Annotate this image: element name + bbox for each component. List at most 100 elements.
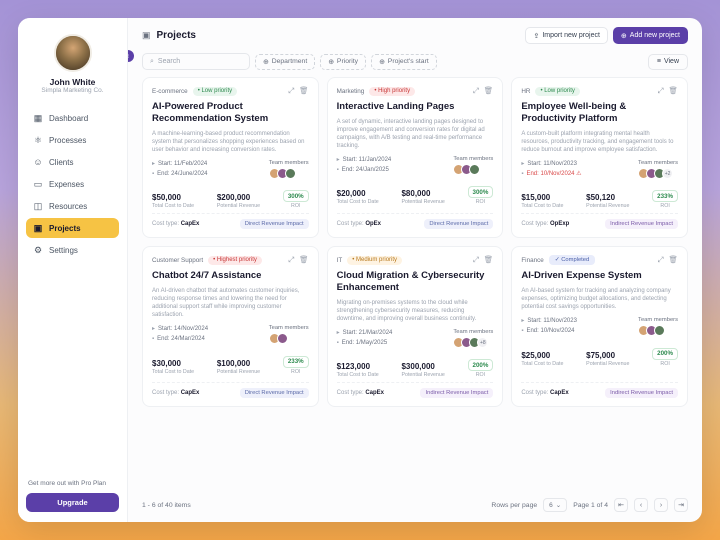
potential-revenue: $50,120	[586, 193, 629, 202]
clients-icon: ☺	[33, 157, 43, 167]
member-avatar[interactable]	[654, 325, 665, 336]
user-avatar[interactable]	[54, 34, 92, 72]
project-title: AI-Driven Expense System	[521, 270, 678, 282]
total-cost: $15,000	[521, 193, 563, 202]
search-icon: ⌕	[150, 58, 154, 66]
total-cost: $20,000	[337, 189, 379, 198]
pro-plan-text: Get more out with Pro Plan	[26, 480, 119, 487]
filter-chip-department[interactable]: ⊕Department	[255, 54, 315, 70]
potential-revenue: $100,000	[217, 359, 260, 368]
delete-icon[interactable]: 🗑	[484, 86, 494, 96]
filter-chip-priority[interactable]: ⊕Priority	[320, 54, 366, 70]
project-card[interactable]: E-commerce • Low priority ⤢ 🗑 AI-Powered Pro…	[142, 77, 319, 238]
open-icon[interactable]: ⤢	[657, 255, 663, 265]
priority-badge: • High priority	[369, 87, 415, 96]
delete-icon[interactable]: 🗑	[668, 86, 678, 96]
potential-revenue: $300,000	[401, 362, 444, 371]
sidebar: John White Simpla Marketing Co. ▦Dashboa…	[18, 18, 128, 522]
member-avatar[interactable]	[277, 333, 288, 344]
plus-circle-icon: ⊕	[379, 58, 385, 66]
cost-type: Cost type: CapEx	[152, 390, 199, 396]
nav-item-expenses[interactable]: ▭Expenses	[26, 174, 119, 194]
list-icon: ≡	[657, 58, 661, 65]
project-description: An AI-driven chatbot that automates cust…	[152, 287, 309, 319]
page-last-button[interactable]: ⇥	[674, 498, 688, 512]
member-more[interactable]: +2	[662, 168, 673, 179]
project-description: A machine-learning-based product recomme…	[152, 130, 309, 154]
projects-grid: E-commerce • Low priority ⤢ 🗑 AI-Powered Pro…	[128, 77, 702, 492]
cost-type: Cost type: CapEx	[521, 390, 568, 396]
potential-revenue: $75,000	[586, 351, 629, 360]
roi-badge: 200%	[468, 359, 494, 371]
page-next-button[interactable]: ›	[654, 498, 668, 512]
member-more[interactable]: +8	[477, 337, 488, 348]
team-label: Team members	[638, 160, 678, 166]
delete-icon[interactable]: 🗑	[668, 255, 678, 265]
priority-badge: • Highest priority	[208, 256, 262, 265]
import-icon: ⇪	[533, 32, 539, 40]
rows-per-page-select[interactable]: 6⌄	[543, 498, 567, 512]
import-project-button[interactable]: ⇪Import new project	[525, 27, 607, 44]
project-category: IT	[337, 257, 343, 264]
project-dates: ▸Start: 21/Mar/2024▪End: 1/May/2025	[337, 329, 393, 348]
team-label: Team members	[638, 317, 678, 323]
total-cost: $30,000	[152, 359, 194, 368]
nav-item-clients[interactable]: ☺Clients	[26, 152, 119, 172]
nav-item-projects[interactable]: ▣Projects	[26, 218, 119, 238]
upgrade-button[interactable]: Upgrade	[26, 493, 119, 512]
chevron-down-icon: ⌄	[556, 501, 561, 509]
page-first-button[interactable]: ⇤	[614, 498, 628, 512]
open-icon[interactable]: ⤢	[288, 86, 294, 96]
delete-icon[interactable]: 🗑	[484, 255, 494, 265]
delete-icon[interactable]: 🗑	[299, 86, 309, 96]
project-description: An AI-based system for tracking and anal…	[521, 287, 678, 311]
project-card[interactable]: Customer Support• Highest priority⤢🗑Chat…	[142, 246, 319, 407]
project-category: E-commerce	[152, 88, 188, 95]
project-description: Migrating on-premises systems to the clo…	[337, 299, 494, 323]
team-label: Team members	[269, 325, 309, 331]
delete-icon[interactable]: 🗑	[299, 255, 309, 265]
project-card[interactable]: HR• Low priority⤢🗑Employee Well-being & …	[511, 77, 688, 238]
page-prev-button[interactable]: ‹	[634, 498, 648, 512]
project-dates: ▸Start: 11/Jan/2024▪End: 24/Jan/2025	[337, 156, 392, 175]
page-title: Projects	[157, 30, 196, 41]
total-cost: $50,000	[152, 193, 194, 202]
topbar: ▣ Projects ⇪Import new project ⊕Add new …	[128, 18, 702, 50]
project-title: Interactive Landing Pages	[337, 101, 494, 113]
member-avatar[interactable]	[469, 164, 480, 175]
project-card[interactable]: Finance✓ Completed⤢🗑AI-Driven Expense Sy…	[511, 246, 688, 407]
nav-item-processes[interactable]: ⚛Processes	[26, 130, 119, 150]
project-card[interactable]: Marketing• High priority⤢🗑Interactive La…	[327, 77, 504, 238]
project-dates: ▸Start: 14/Nov/2024▪End: 24/Mar/2024	[152, 325, 208, 344]
project-card[interactable]: IT• Medium priority⤢🗑Cloud Migration & C…	[327, 246, 504, 407]
view-toggle[interactable]: ≡View	[648, 54, 688, 70]
team-label: Team members	[269, 160, 309, 166]
priority-badge: • Medium priority	[347, 256, 402, 265]
nav-item-settings[interactable]: ⚙Settings	[26, 240, 119, 260]
impact-badge: Direct Revenue Impact	[424, 219, 493, 229]
nav-item-dashboard[interactable]: ▦Dashboard	[26, 108, 119, 128]
project-title: AI-Powered Product Recommendation System	[152, 101, 309, 125]
open-icon[interactable]: ⤢	[473, 255, 479, 265]
project-description: A custom-built platform integrating ment…	[521, 130, 678, 154]
impact-badge: Indirect Revenue Impact	[605, 388, 678, 398]
pager-summary: 1 - 6 of 40 items	[142, 502, 191, 509]
add-project-button[interactable]: ⊕Add new project	[613, 27, 688, 44]
open-icon[interactable]: ⤢	[657, 86, 663, 96]
roi-badge: 200%	[652, 348, 678, 360]
priority-badge: • Low priority	[193, 87, 237, 96]
cost-type: Cost type: CapEx	[337, 390, 384, 396]
dashboard-icon: ▦	[33, 113, 43, 123]
search-input[interactable]: ⌕Search	[142, 53, 250, 70]
warning-icon: ⚠	[576, 171, 581, 177]
roi-badge: 233%	[652, 190, 678, 202]
open-icon[interactable]: ⤢	[473, 86, 479, 96]
nav-item-resources[interactable]: ◫Resources	[26, 196, 119, 216]
project-description: A set of dynamic, interactive landing pa…	[337, 118, 494, 150]
filter-chip-project-s-start[interactable]: ⊕Project's start	[371, 54, 437, 70]
page-indicator: Page 1 of 4	[573, 502, 608, 509]
team-label: Team members	[453, 156, 493, 162]
open-icon[interactable]: ⤢	[288, 255, 294, 265]
resources-icon: ◫	[33, 201, 43, 211]
member-avatar[interactable]	[285, 168, 296, 179]
